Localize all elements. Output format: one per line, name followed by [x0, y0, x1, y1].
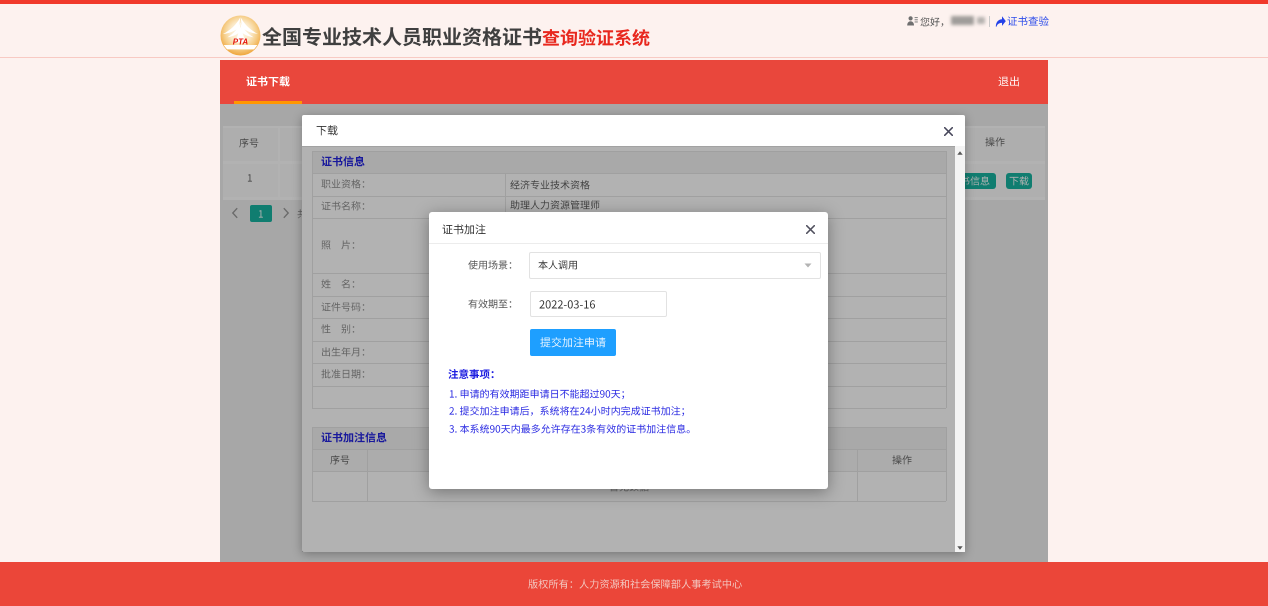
svg-text:PTA: PTA: [233, 38, 249, 47]
